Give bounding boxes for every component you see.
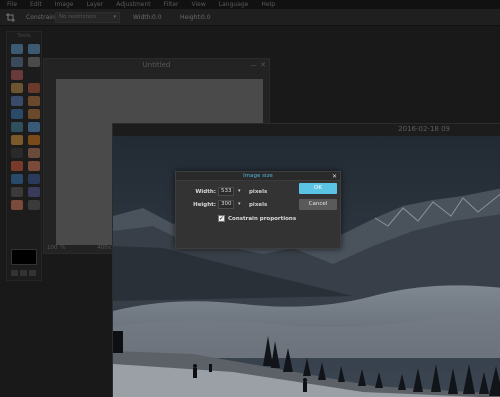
constrain-checkbox[interactable]: ✓ xyxy=(218,215,225,222)
width-unit: pixels xyxy=(249,189,268,195)
wand-icon[interactable] xyxy=(11,70,23,80)
height-value[interactable]: 0.0 xyxy=(201,14,211,22)
menu-view[interactable]: View xyxy=(192,0,206,9)
pencil-icon[interactable] xyxy=(11,83,23,93)
bucket-icon[interactable] xyxy=(28,96,40,106)
width-input[interactable]: 533 xyxy=(218,187,234,196)
gradient-icon[interactable] xyxy=(11,109,23,119)
sharpen-icon[interactable] xyxy=(28,174,40,184)
lasso-select-icon[interactable] xyxy=(28,44,40,54)
menu-filter[interactable]: Filter xyxy=(164,0,179,9)
menubar: File Edit Image Layer Adjustment Filter … xyxy=(0,0,500,9)
dialog-title: Image size xyxy=(243,173,273,179)
brush-icon[interactable] xyxy=(28,83,40,93)
tools-panel: Tools xyxy=(6,31,42,281)
burn-icon[interactable] xyxy=(28,135,40,145)
zoom-value[interactable]: 100 xyxy=(47,245,58,251)
smudge-icon[interactable] xyxy=(11,148,23,158)
height-unit-dropdown[interactable]: ▾ xyxy=(238,201,241,207)
close-icon[interactable]: ✕ xyxy=(332,172,337,181)
move-icon[interactable] xyxy=(11,44,23,54)
document-photo: 2016-02-18 09 xyxy=(112,123,500,397)
constraint-select[interactable]: No restriction ▾ xyxy=(55,12,120,23)
redeye-icon[interactable] xyxy=(11,174,23,184)
stamp-icon[interactable] xyxy=(28,109,40,119)
height-label: Height: xyxy=(193,202,216,208)
sponge-icon[interactable] xyxy=(11,135,23,145)
width-unit-dropdown[interactable]: ▾ xyxy=(238,188,241,194)
constraint-value: No restriction xyxy=(59,14,97,20)
menu-layer[interactable]: Layer xyxy=(86,0,103,9)
eraser-icon[interactable] xyxy=(11,96,23,106)
app-window: File Edit Image Layer Adjustment Filter … xyxy=(0,0,500,397)
image-size-dialog: Image size ✕ Width: 533 ▾ pixels Height:… xyxy=(175,171,341,249)
text-icon[interactable] xyxy=(11,187,23,197)
cancel-button[interactable]: Cancel xyxy=(299,199,337,210)
minimize-icon[interactable]: — xyxy=(250,59,257,71)
close-icon[interactable]: ✕ xyxy=(260,59,266,71)
menu-help[interactable]: Help xyxy=(261,0,275,9)
menu-file[interactable]: File xyxy=(7,0,17,9)
dodge-icon[interactable] xyxy=(28,148,40,158)
chevron-down-icon: ▾ xyxy=(113,14,116,20)
dialog-header: Image size ✕ xyxy=(176,172,340,181)
width-label: Width: xyxy=(195,189,216,195)
lasso-icon[interactable] xyxy=(28,57,40,67)
shape-icon[interactable] xyxy=(28,187,40,197)
menu-image[interactable]: Image xyxy=(55,0,74,9)
tool-grid xyxy=(7,41,41,210)
view-mode-2[interactable] xyxy=(20,270,27,276)
liquify-icon[interactable] xyxy=(11,161,23,171)
tools-title: Tools xyxy=(17,33,31,39)
menu-language[interactable]: Language xyxy=(219,0,249,9)
zoom-icon[interactable] xyxy=(28,200,40,210)
check-icon: ✓ xyxy=(219,215,225,222)
height-unit: pixels xyxy=(249,202,268,208)
drop-icon[interactable] xyxy=(28,122,40,132)
crop-icon xyxy=(6,13,15,22)
height-input[interactable]: 300 xyxy=(218,200,234,209)
constrain-label: Constrain proportions xyxy=(228,216,297,222)
width-label: Width: xyxy=(133,14,153,21)
hand-icon[interactable] xyxy=(11,200,23,210)
menu-edit[interactable]: Edit xyxy=(30,0,42,9)
foreground-color-swatch[interactable] xyxy=(11,249,37,265)
menu-adjustment[interactable]: Adjustment xyxy=(116,0,150,9)
rect-select-icon[interactable] xyxy=(11,57,23,67)
colorpick-icon[interactable] xyxy=(11,122,23,132)
bloat-icon[interactable] xyxy=(28,161,40,171)
view-mode-3[interactable] xyxy=(29,270,36,276)
width-value[interactable]: 0.0 xyxy=(152,14,162,22)
document-title: 2016-02-18 09 xyxy=(398,125,450,133)
view-toggles xyxy=(11,270,36,276)
document-title: Untitled xyxy=(142,61,171,69)
tool-empty-slot xyxy=(28,70,40,80)
height-label: Height: xyxy=(180,14,202,21)
ok-button[interactable]: OK xyxy=(299,183,337,194)
view-mode-1[interactable] xyxy=(11,270,18,276)
options-bar: Constraint: No restriction ▾ Width: 0.0 … xyxy=(0,9,500,26)
zoom-unit: % xyxy=(60,245,66,251)
